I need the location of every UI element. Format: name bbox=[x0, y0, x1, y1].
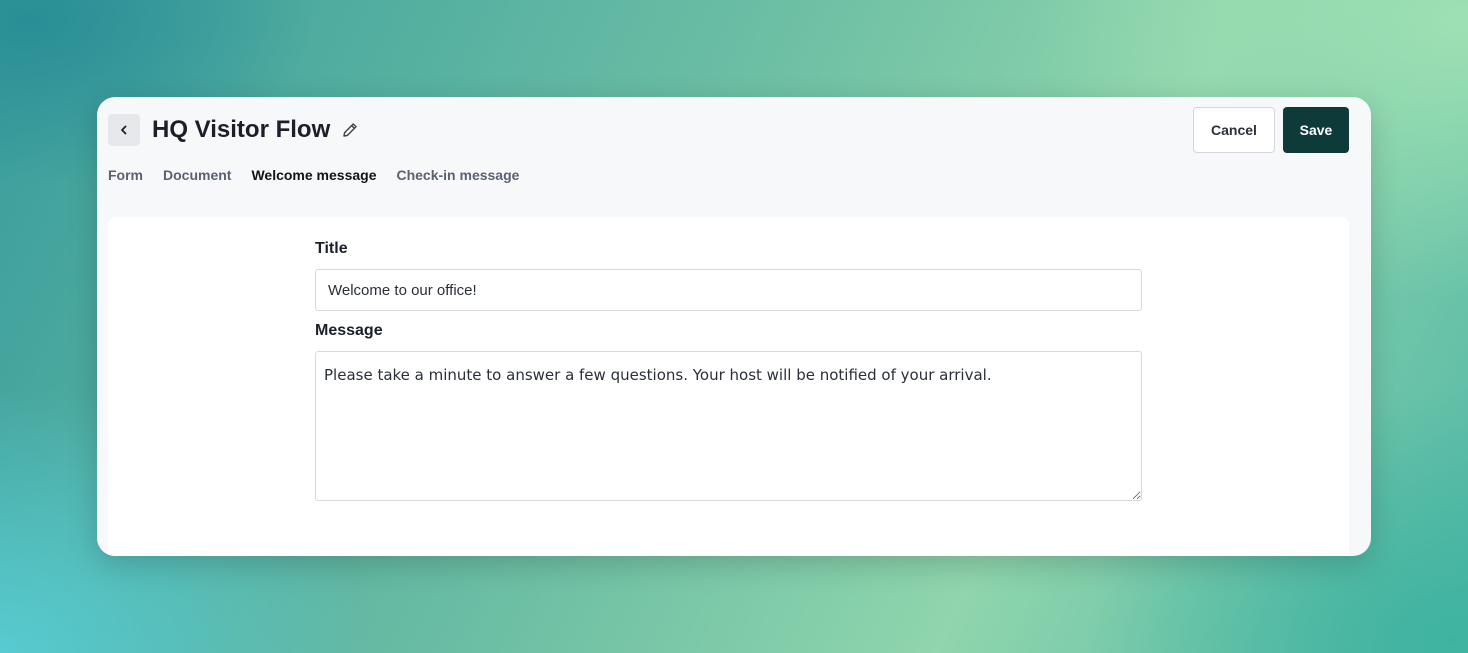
pencil-icon bbox=[343, 123, 357, 137]
message-field-label: Message bbox=[315, 322, 383, 339]
save-button[interactable]: Save bbox=[1283, 107, 1349, 153]
chevron-left-icon bbox=[121, 125, 127, 135]
message-textarea[interactable]: Please take a minute to answer a few que… bbox=[315, 351, 1142, 501]
edit-title-button[interactable] bbox=[340, 120, 360, 140]
content-panel: Title Message Please take a minute to an… bbox=[108, 217, 1349, 556]
title-input[interactable] bbox=[315, 269, 1142, 311]
tab-check-in-message[interactable]: Check-in message bbox=[396, 167, 519, 183]
tab-document[interactable]: Document bbox=[163, 167, 231, 183]
tab-form[interactable]: Form bbox=[108, 167, 143, 183]
page-title: HQ Visitor Flow bbox=[152, 116, 331, 143]
back-button[interactable] bbox=[108, 114, 140, 146]
tab-bar: Form Document Welcome message Check-in m… bbox=[108, 167, 519, 183]
cancel-button[interactable]: Cancel bbox=[1193, 107, 1275, 153]
editor-window: HQ Visitor Flow Cancel Save Form Documen… bbox=[97, 97, 1371, 556]
title-field-label: Title bbox=[315, 240, 348, 257]
tab-welcome-message[interactable]: Welcome message bbox=[251, 167, 376, 183]
